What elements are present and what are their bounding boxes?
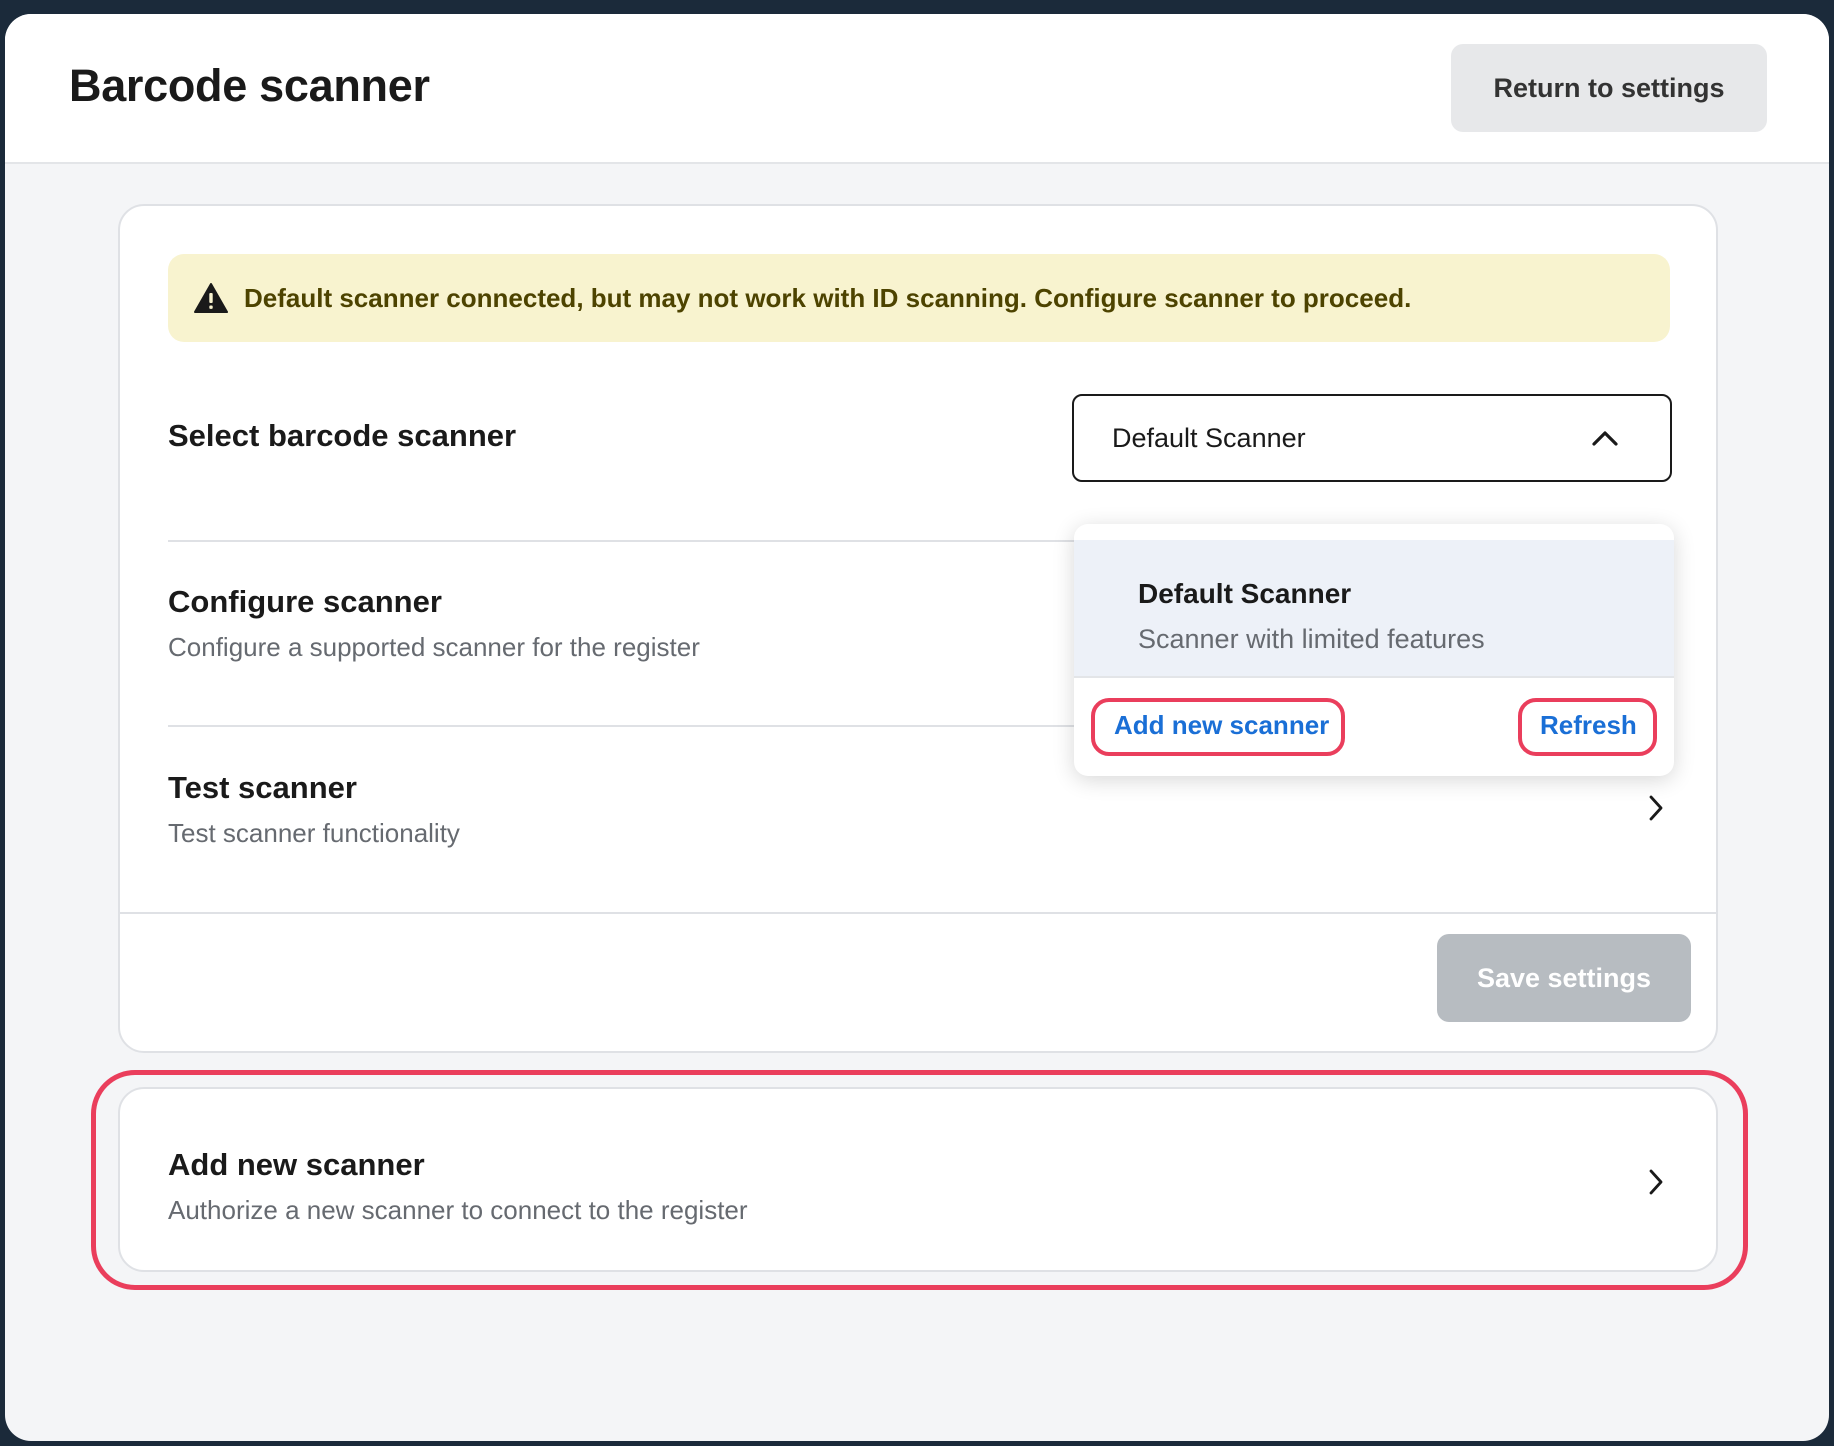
highlight-outline — [1091, 698, 1345, 756]
scanner-dropdown-menu: Default Scanner Scanner with limited fea… — [1074, 524, 1674, 776]
option-title: Default Scanner — [1138, 578, 1352, 609]
scanner-select[interactable]: Default Scanner — [1072, 394, 1672, 482]
warning-banner: Default scanner connected, but may not w… — [168, 254, 1670, 342]
dropdown-option-default-scanner[interactable]: Default Scanner Scanner with limited fea… — [1074, 540, 1674, 676]
warning-triangle-icon — [194, 283, 228, 313]
test-scanner-subtitle: Test scanner functionality — [168, 818, 460, 848]
configure-scanner-title: Configure scanner — [168, 584, 442, 619]
warning-text: Default scanner connected, but may not w… — [244, 282, 1412, 313]
page-header: Barcode scanner Return to settings — [5, 14, 1829, 164]
page-title: Barcode scanner — [69, 60, 430, 111]
option-subtitle: Scanner with limited features — [1138, 624, 1485, 654]
test-scanner-title: Test scanner — [168, 770, 357, 805]
save-settings-button[interactable]: Save settings — [1437, 934, 1691, 1022]
chevron-right-icon — [1649, 795, 1663, 821]
scanner-select-value: Default Scanner — [1112, 422, 1306, 453]
return-to-settings-button[interactable]: Return to settings — [1451, 44, 1767, 132]
divider — [1074, 676, 1674, 678]
highlight-outline — [91, 1070, 1748, 1290]
highlight-outline — [1518, 698, 1657, 756]
select-scanner-label: Select barcode scanner — [168, 418, 517, 453]
chevron-up-icon — [1592, 431, 1618, 446]
app-window: Barcode scanner Return to settings Defau… — [5, 14, 1829, 1441]
configure-scanner-subtitle: Configure a supported scanner for the re… — [168, 632, 700, 662]
divider — [120, 912, 1716, 914]
